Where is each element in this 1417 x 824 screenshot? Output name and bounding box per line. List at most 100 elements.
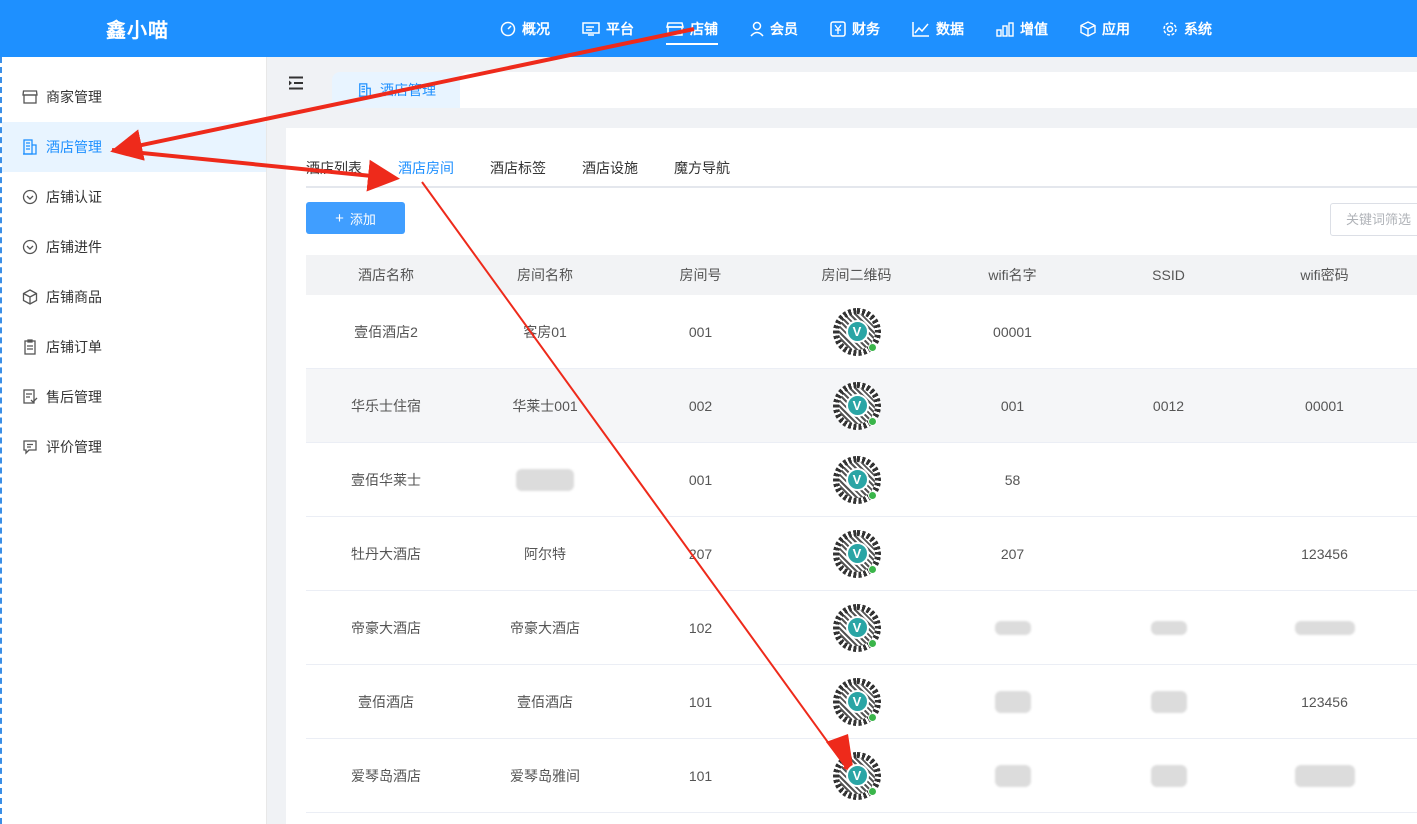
wifi-password-cell (1248, 443, 1401, 516)
monitor-icon (582, 21, 600, 36)
ssid-cell (1089, 591, 1248, 664)
wifi-password-cell: 123456 (1301, 545, 1348, 562)
ssid-cell (1089, 295, 1248, 368)
room-qr-code[interactable]: V (832, 751, 881, 800)
qr-logo-icon: V (845, 541, 869, 565)
topnav-apps[interactable]: 应用 (1064, 0, 1146, 57)
room-qr-code[interactable]: V (832, 603, 881, 652)
sidebar-item-reviews[interactable]: 评价管理 (2, 422, 266, 472)
redacted-value (1294, 764, 1355, 787)
room-qr-code[interactable]: V (832, 529, 881, 578)
sidebar-item-store-orders[interactable]: 店铺订单 (2, 322, 266, 372)
table-row: 华乐士住宿 华莱士001 002 V 001 0012 00001 (306, 369, 1417, 443)
top-nav: 概况 平台 店铺 会员 财务 数据 增值 应用 系统 (484, 0, 1228, 57)
table-row: 壹佰华莱士 001 V 58 (306, 443, 1417, 517)
cube-icon (1080, 20, 1096, 37)
add-button-label: 添加 (349, 211, 376, 227)
wechat-badge-icon (867, 416, 877, 426)
verified-icon (22, 239, 38, 255)
plus-icon: + (335, 209, 344, 227)
keyword-filter-button[interactable]: 关键词筛选 (1330, 203, 1417, 236)
sidebar-item-merchant[interactable]: 商家管理 (2, 72, 266, 122)
room-qr-code[interactable]: V (832, 455, 881, 504)
topnav-value-added[interactable]: 增值 (980, 0, 1064, 57)
topnav-overview[interactable]: 概况 (484, 0, 566, 57)
ssid-cell (1089, 665, 1248, 738)
table-row: 壹佰酒店 壹佰酒店 101 V 123456 (306, 665, 1417, 739)
room-number-cell: 002 (688, 397, 713, 414)
hotel-name-cell: 帝豪大酒店 (351, 619, 421, 636)
ssid-cell: 0012 (1152, 397, 1185, 414)
column-header: wifi密码 (1300, 267, 1349, 283)
room-qr-code[interactable]: V (832, 381, 881, 430)
gear-icon (1163, 21, 1177, 36)
sidebar-item-after-sales[interactable]: 售后管理 (2, 372, 266, 422)
wechat-badge-icon (867, 712, 877, 722)
sidebar-collapse-button[interactable] (288, 76, 304, 95)
wechat-badge-icon (867, 638, 877, 648)
topnav-data[interactable]: 数据 (896, 0, 980, 57)
room-name-cell: 帝豪大酒店 (510, 619, 580, 636)
tab-hotel-facilities[interactable]: 酒店设施 (582, 148, 638, 188)
redacted-value (1294, 620, 1355, 635)
store-icon (666, 21, 684, 36)
hotel-subtabs: 酒店列表 酒店房间 酒店标签 酒店设施 魔方导航 (306, 148, 766, 188)
topnav-store[interactable]: 店铺 (650, 0, 734, 57)
topnav-system[interactable]: 系统 (1146, 0, 1228, 57)
hotel-name-cell: 壹佰酒店 (358, 693, 414, 710)
sidebar-item-store-onboarding[interactable]: 店铺进件 (2, 222, 266, 272)
table-row: 帝豪大酒店 帝豪大酒店 102 V (306, 591, 1417, 665)
tab-hotel-rooms[interactable]: 酒店房间 (398, 148, 454, 188)
wifi-name-cell: 207 (1000, 545, 1025, 562)
user-icon (750, 21, 764, 37)
sidebar-item-hotel[interactable]: 酒店管理 (2, 122, 266, 172)
tab-cube-navigation[interactable]: 魔方导航 (674, 148, 730, 188)
topnav-label: 系统 (1184, 20, 1212, 37)
bar-chart-icon (996, 21, 1014, 37)
qr-cell: V (777, 739, 936, 812)
sidebar-item-store-verify[interactable]: 店铺认证 (2, 172, 266, 222)
sidebar-item-label: 店铺进件 (46, 239, 102, 255)
service-doc-icon (23, 389, 38, 404)
dashboard-icon (500, 21, 516, 36)
room-number-cell: 001 (688, 323, 713, 340)
qr-logo-icon: V (845, 763, 869, 787)
box-icon (22, 289, 38, 305)
hotel-name-cell: 壹佰华莱士 (351, 471, 421, 488)
wifi-password-cell: 00001 (1305, 397, 1344, 414)
room-name-cell: 爱琴岛雅间 (510, 767, 580, 784)
tab-hotel-list[interactable]: 酒店列表 (306, 148, 362, 188)
wifi-name-cell (936, 665, 1089, 738)
qr-cell: V (777, 591, 936, 664)
sidebar-item-store-products[interactable]: 店铺商品 (2, 272, 266, 322)
wifi-name-cell (936, 591, 1089, 664)
qr-logo-icon: V (845, 393, 869, 417)
topnav-platform[interactable]: 平台 (566, 0, 650, 57)
ssid-cell (1089, 517, 1248, 590)
wifi-password-cell (1248, 591, 1401, 664)
ssid-cell (1089, 739, 1248, 812)
topnav-finance[interactable]: 财务 (814, 0, 896, 57)
add-room-button[interactable]: + 添加 (306, 202, 405, 234)
room-name-cell: 客房01 (523, 323, 567, 340)
room-qr-code[interactable]: V (832, 307, 881, 356)
topnav-member[interactable]: 会员 (734, 0, 814, 57)
qr-logo-icon: V (845, 319, 869, 343)
tab-hotel-tags[interactable]: 酒店标签 (490, 148, 546, 188)
yen-icon (830, 20, 846, 37)
topnav-label: 会员 (770, 20, 798, 37)
sidebar-item-label: 评价管理 (46, 439, 102, 455)
building-icon (23, 139, 37, 155)
room-qr-code[interactable]: V (832, 677, 881, 726)
page-tab-hotel[interactable]: 酒店管理 (332, 72, 460, 108)
subtab-divider (306, 186, 1417, 188)
wechat-badge-icon (867, 342, 877, 352)
hotel-name-cell: 爱琴岛酒店 (351, 767, 421, 784)
topnav-label: 店铺 (690, 20, 718, 37)
brand-logo[interactable]: 鑫小喵 (106, 14, 169, 43)
redacted-value (1150, 620, 1187, 635)
column-header: 房间二维码 (821, 267, 892, 283)
building-icon (358, 83, 371, 97)
hotel-name-cell: 华乐士住宿 (351, 397, 421, 414)
topnav-label: 财务 (852, 20, 880, 37)
